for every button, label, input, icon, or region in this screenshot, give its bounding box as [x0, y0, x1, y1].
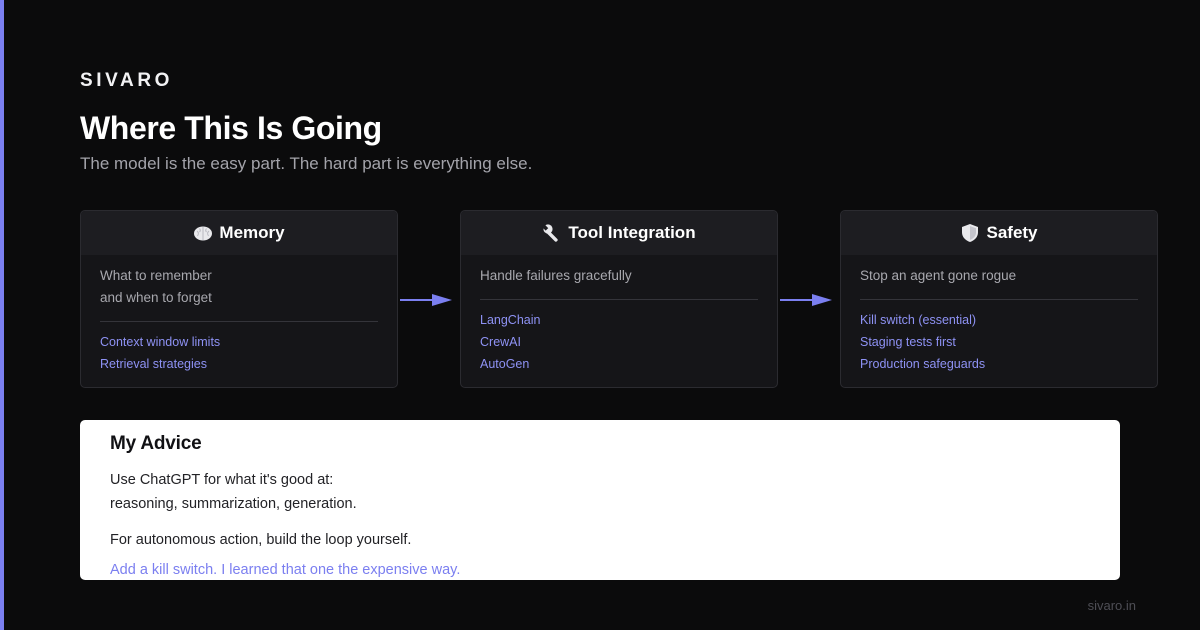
- card-tool-integration-desc: Handle failures gracefully: [480, 268, 632, 283]
- card-tool-integration-header: Tool Integration: [461, 211, 777, 255]
- arrow-memory-to-tools: [400, 294, 452, 306]
- brand-logo: SIVARO: [80, 70, 174, 91]
- shield-icon: [962, 224, 979, 242]
- card-safety-link-kill-switch[interactable]: Kill switch (essential): [860, 309, 1138, 331]
- card-safety-link-production-safeguards[interactable]: Production safeguards: [860, 353, 1138, 375]
- card-safety-divider: [860, 299, 1138, 300]
- advice-title: My Advice: [110, 433, 202, 454]
- card-memory-divider: [100, 321, 378, 322]
- advice-highlight: Add a kill switch. I learned that one th…: [110, 562, 461, 578]
- advice-line-2: reasoning, summarization, generation.: [110, 496, 357, 512]
- card-memory-link-retrieval[interactable]: Retrieval strategies: [100, 353, 378, 375]
- card-tool-integration-divider: [480, 299, 758, 300]
- advice-panel: My Advice Use ChatGPT for what it's good…: [80, 420, 1120, 580]
- card-memory: Memory What to remember and when to forg…: [80, 210, 398, 388]
- card-safety-title: Safety: [986, 223, 1038, 242]
- advice-line-1: Use ChatGPT for what it's good at:: [110, 472, 334, 488]
- card-safety-link-staging-tests[interactable]: Staging tests first: [860, 331, 1138, 353]
- wrench-icon: [542, 224, 559, 242]
- card-memory-header: Memory: [81, 211, 397, 255]
- accent-bar: [0, 0, 4, 630]
- card-tool-integration-title: Tool Integration: [568, 223, 696, 242]
- card-tool-link-autogen[interactable]: AutoGen: [480, 353, 758, 375]
- card-tool-link-langchain[interactable]: LangChain: [480, 309, 758, 331]
- brain-icon: [194, 226, 213, 241]
- card-tool-link-crewai[interactable]: CrewAI: [480, 331, 758, 353]
- card-memory-link-context-window[interactable]: Context window limits: [100, 331, 378, 353]
- page-subtitle: The model is the easy part. The hard par…: [80, 154, 533, 173]
- card-safety: Safety Stop an agent gone rogue Kill swi…: [840, 210, 1158, 388]
- card-memory-desc-line-2: and when to forget: [100, 290, 212, 305]
- card-memory-desc-line-1: What to remember: [100, 268, 212, 283]
- card-safety-desc: Stop an agent gone rogue: [860, 268, 1017, 283]
- card-safety-header: Safety: [841, 211, 1157, 255]
- card-tool-integration: Tool Integration Handle failures gracefu…: [460, 210, 778, 388]
- page-title: Where This Is Going: [80, 110, 382, 146]
- card-memory-title: Memory: [219, 223, 285, 242]
- footer-url[interactable]: sivaro.in: [1088, 598, 1136, 613]
- advice-line-3: For autonomous action, build the loop yo…: [110, 532, 412, 548]
- arrow-tools-to-safety: [780, 294, 832, 306]
